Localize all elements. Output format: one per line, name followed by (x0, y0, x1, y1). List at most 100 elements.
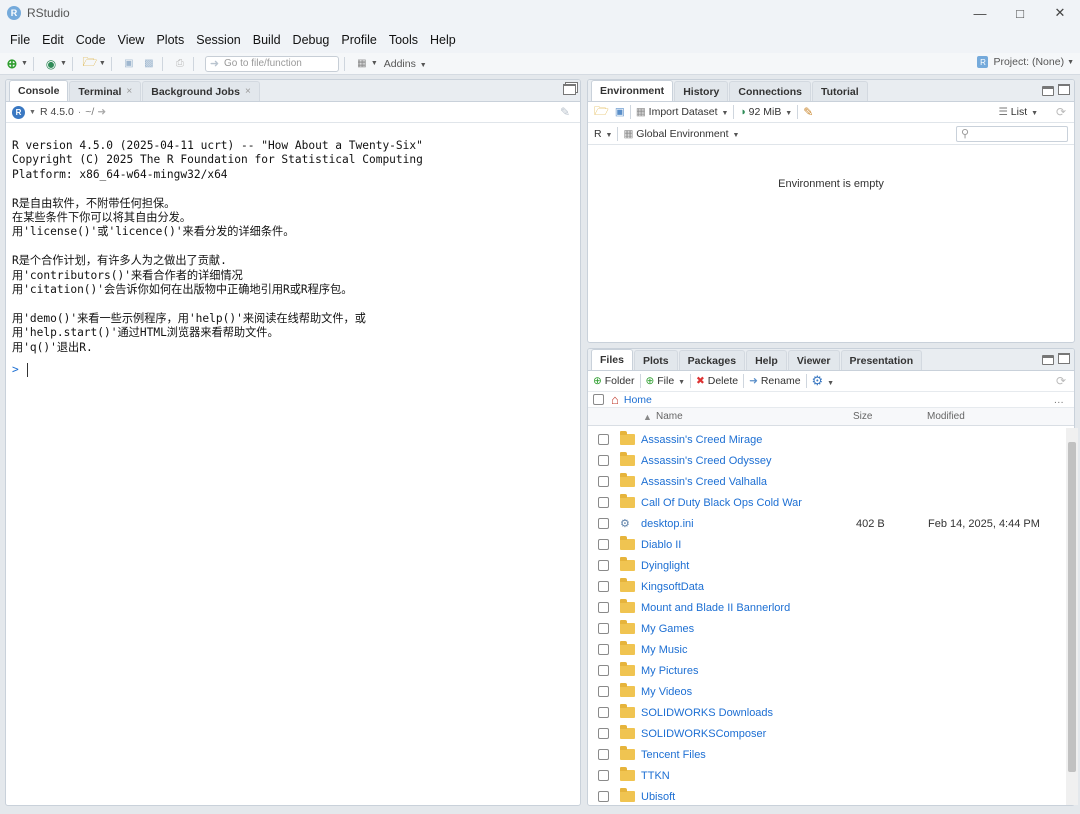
file-name-link[interactable]: SOLIDWORKSComposer (641, 728, 766, 740)
new-file-icon[interactable]: ⊕ (4, 56, 20, 71)
env-tab-environment[interactable]: Environment (591, 80, 674, 101)
save-workspace-icon[interactable]: ▣ (615, 106, 625, 118)
view-mode-menu[interactable]: ☰ List ▼ (998, 106, 1038, 118)
file-row[interactable]: TTKN (588, 765, 1074, 786)
row-checkbox[interactable] (598, 665, 609, 676)
file-row[interactable]: My Videos (588, 681, 1074, 702)
home-icon[interactable]: ⌂ (611, 392, 619, 407)
new-file-button[interactable]: ⊕ File ▼ (646, 375, 686, 387)
files-tab-presentation[interactable]: Presentation (840, 350, 923, 370)
close-tab-icon[interactable]: × (126, 86, 132, 97)
file-name-link[interactable]: Tencent Files (641, 749, 706, 761)
column-name[interactable]: Name (656, 411, 683, 422)
files-tab-help[interactable]: Help (746, 350, 787, 370)
row-checkbox[interactable] (598, 623, 609, 634)
refresh-files-icon[interactable]: ⟳ (1056, 374, 1066, 388)
more-gear-button[interactable]: ⚙ ▼ (812, 373, 835, 389)
minimize-button[interactable]: — (960, 0, 1000, 26)
row-checkbox[interactable] (598, 770, 609, 781)
row-checkbox[interactable] (598, 455, 609, 466)
language-select[interactable]: R ▼ (594, 128, 612, 140)
maximize-pane-icon[interactable] (1058, 84, 1070, 95)
file-name-link[interactable]: Assassin's Creed Odyssey (641, 455, 771, 467)
environment-search-input[interactable]: ⚲ (956, 126, 1068, 142)
console-tab-console[interactable]: Console (9, 80, 69, 101)
close-window-button[interactable]: ✕ (1040, 0, 1080, 26)
row-checkbox[interactable] (598, 560, 609, 571)
file-name-link[interactable]: SOLIDWORKS Downloads (641, 707, 773, 719)
env-tab-tutorial[interactable]: Tutorial (811, 81, 868, 101)
row-checkbox[interactable] (598, 602, 609, 613)
console-output[interactable]: R version 4.5.0 (2025-04-11 ucrt) -- "Ho… (6, 123, 580, 378)
row-checkbox[interactable] (598, 644, 609, 655)
r-version-label[interactable]: R 4.5.0 (40, 106, 74, 118)
column-modified[interactable]: Modified (927, 411, 965, 422)
file-row[interactable]: Ubisoft (588, 786, 1074, 805)
minimize-files-pane-icon[interactable] (1042, 355, 1054, 365)
row-checkbox[interactable] (598, 728, 609, 739)
project-menu[interactable]: R Project: (None) ▼ (977, 56, 1074, 68)
scope-select[interactable]: ▦ Global Environment ▼ (623, 128, 739, 140)
row-checkbox[interactable] (598, 518, 609, 529)
print-icon[interactable]: ⎙ (172, 57, 188, 71)
row-checkbox[interactable] (598, 581, 609, 592)
file-row[interactable]: Assassin's Creed Valhalla (588, 471, 1074, 492)
console-tab-background-jobs[interactable]: Background Jobs × (142, 81, 260, 101)
maximize-button[interactable]: □ (1000, 0, 1040, 26)
file-name-link[interactable]: Diablo II (641, 539, 681, 551)
workspace-panes-icon[interactable]: ▦ (354, 57, 370, 71)
row-checkbox[interactable] (598, 791, 609, 802)
file-name-link[interactable]: Assassin's Creed Mirage (641, 434, 762, 446)
clear-console-icon[interactable]: ✎ (560, 105, 570, 119)
file-row[interactable]: ⚙ desktop.ini 402 B Feb 14, 2025, 4:44 PM (588, 513, 1074, 534)
more-path-icon[interactable]: … (1054, 394, 1065, 406)
save-icon[interactable]: ▣ (121, 57, 137, 71)
new-folder-button[interactable]: ⊕ Folder (593, 375, 635, 387)
file-row[interactable]: Diablo II (588, 534, 1074, 555)
files-tab-plots[interactable]: Plots (633, 350, 678, 370)
env-tab-connections[interactable]: Connections (729, 81, 811, 101)
console-prompt[interactable]: > (12, 363, 580, 378)
menu-profile[interactable]: Profile (335, 33, 382, 47)
row-checkbox[interactable] (598, 539, 609, 550)
breadcrumb-home[interactable]: Home (624, 394, 652, 406)
file-name-link[interactable]: Call Of Duty Black Ops Cold War (641, 497, 802, 509)
import-dataset-button[interactable]: ▦ Import Dataset ▼ (636, 106, 729, 118)
file-name-link[interactable]: TTKN (641, 770, 670, 782)
row-checkbox[interactable] (598, 476, 609, 487)
file-name-link[interactable]: Ubisoft (641, 791, 675, 803)
file-row[interactable]: SOLIDWORKSComposer (588, 723, 1074, 744)
menu-tools[interactable]: Tools (383, 33, 424, 47)
broom-icon[interactable]: ✎ (803, 105, 813, 119)
menu-help[interactable]: Help (424, 33, 462, 47)
files-tab-files[interactable]: Files (591, 349, 633, 370)
file-row[interactable]: Assassin's Creed Odyssey (588, 450, 1074, 471)
files-tab-packages[interactable]: Packages (678, 350, 746, 370)
menu-file[interactable]: File (4, 33, 36, 47)
addins-menu[interactable]: Addins ▼ (384, 58, 427, 70)
row-checkbox[interactable] (598, 497, 609, 508)
file-row[interactable]: My Music (588, 639, 1074, 660)
goto-file-input[interactable]: ➜ Go to file/function (204, 55, 339, 72)
file-name-link[interactable]: KingsoftData (641, 581, 704, 593)
row-checkbox[interactable] (598, 434, 609, 445)
file-row[interactable]: My Games (588, 618, 1074, 639)
new-project-icon[interactable]: ◉ (43, 57, 59, 71)
row-checkbox[interactable] (598, 749, 609, 760)
file-row[interactable]: KingsoftData (588, 576, 1074, 597)
file-name-link[interactable]: Assassin's Creed Valhalla (641, 476, 767, 488)
restore-pane-icon[interactable] (563, 84, 576, 95)
select-all-checkbox[interactable] (593, 394, 604, 405)
delete-button[interactable]: ✖ Delete (696, 375, 738, 387)
file-row[interactable]: My Pictures (588, 660, 1074, 681)
goto-dir-icon[interactable]: ➜ (97, 106, 106, 118)
maximize-files-pane-icon[interactable] (1058, 353, 1070, 364)
minimize-pane-icon[interactable] (1042, 86, 1054, 96)
menu-build[interactable]: Build (247, 33, 287, 47)
menu-session[interactable]: Session (190, 33, 246, 47)
file-name-link[interactable]: My Videos (641, 686, 692, 698)
open-file-icon[interactable]: 🗁 (82, 55, 98, 71)
file-name-link[interactable]: My Pictures (641, 665, 698, 677)
file-name-link[interactable]: Mount and Blade II Bannerlord (641, 602, 790, 614)
refresh-environment-icon[interactable]: ⟳ (1056, 105, 1066, 119)
